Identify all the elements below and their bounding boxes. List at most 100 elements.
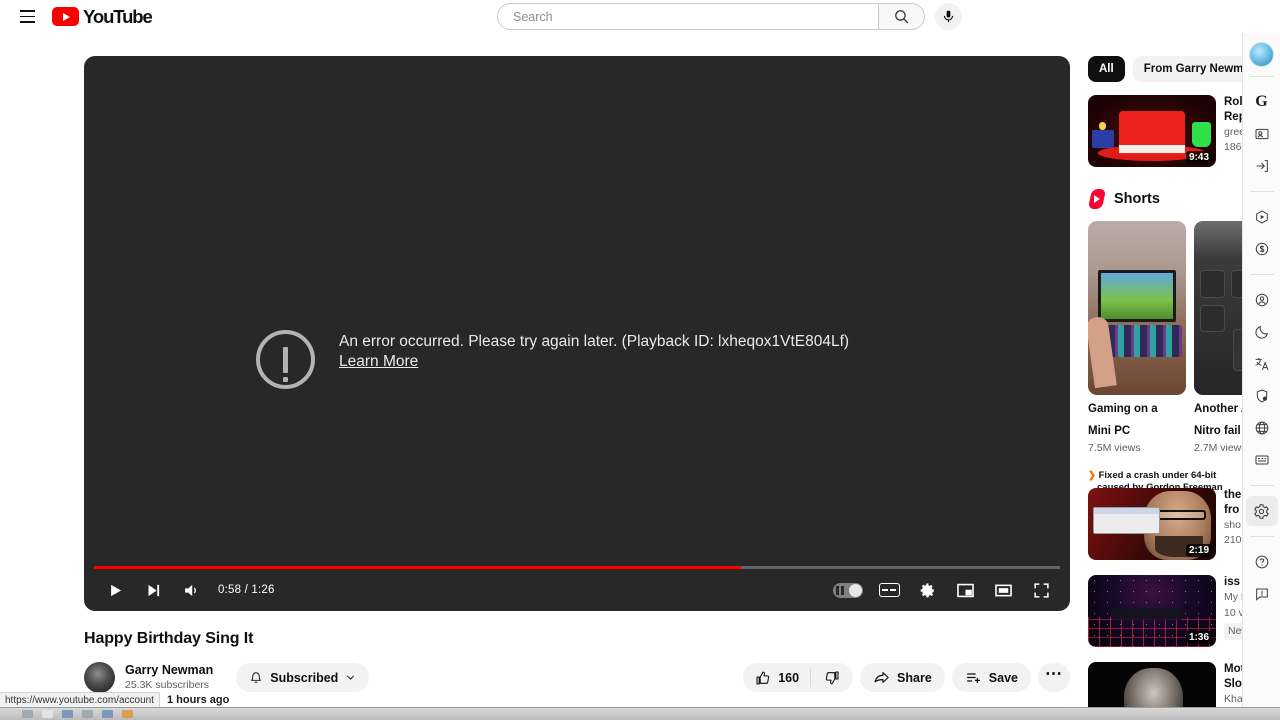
video-duration: 9:43	[1185, 151, 1212, 164]
taskbar-item[interactable]	[42, 710, 53, 718]
video-duration: 2:19	[1185, 544, 1212, 558]
play-icon	[110, 584, 121, 596]
thumbnail-art	[1088, 221, 1186, 395]
sidebar-divider	[1249, 485, 1274, 486]
taskbar-item[interactable]	[82, 710, 93, 718]
subscribed-label: Subscribed	[270, 670, 339, 685]
search-box[interactable]	[497, 3, 878, 30]
dark-mode-icon[interactable]	[1246, 317, 1278, 347]
globe-icon[interactable]	[1246, 413, 1278, 443]
learn-more-link[interactable]: Learn More	[339, 353, 418, 371]
more-actions-button[interactable]: ⋯	[1038, 663, 1070, 692]
save-button[interactable]: Save	[951, 663, 1031, 692]
theater-mode-button[interactable]	[984, 569, 1022, 611]
feedback-icon[interactable]	[1246, 579, 1278, 609]
short-title-line2: Mini PC	[1088, 425, 1131, 438]
player-error-message: An error occurred. Please try again late…	[339, 333, 850, 350]
play-button[interactable]	[96, 569, 134, 611]
masthead-center	[497, 3, 962, 30]
like-count: 160	[778, 670, 800, 685]
autoplay-toggle-icon	[833, 582, 863, 598]
miniplayer-button[interactable]	[946, 569, 984, 611]
taskbar-item[interactable]	[22, 710, 33, 718]
video-duration: 1:36	[1185, 631, 1212, 645]
youtube-logo[interactable]: YouTube	[52, 6, 153, 28]
taskbar-item[interactable]	[102, 710, 113, 718]
masthead: YouTube	[0, 0, 1280, 33]
browser-sidebar: G	[1242, 33, 1280, 720]
page-content: An error occurred. Please try again late…	[0, 33, 1280, 720]
voice-search-button[interactable]	[935, 3, 962, 30]
video-thumbnail[interactable]: 9:43	[1088, 95, 1216, 167]
account-shield-icon[interactable]	[1246, 285, 1278, 315]
share-button[interactable]: Share	[860, 663, 945, 692]
background-timestamp: 1 hours ago	[167, 693, 230, 706]
video-meta-row: Garry Newman 25.3K subscribers Subscribe…	[84, 662, 1070, 693]
volume-icon	[184, 584, 196, 596]
video-thumbnail[interactable]: 1:36	[1088, 575, 1216, 648]
fullscreen-button[interactable]	[1022, 569, 1060, 611]
vpn-shield-icon[interactable]	[1246, 381, 1278, 411]
gear-icon	[920, 582, 934, 597]
control-button-row: 0:58 / 1:26	[84, 569, 1070, 611]
like-button[interactable]: 160	[755, 670, 810, 686]
player-error: An error occurred. Please try again late…	[256, 328, 849, 389]
short-views: 7.5M views	[1088, 442, 1141, 455]
volume-button[interactable]	[172, 569, 210, 611]
contact-card-icon[interactable]	[1246, 119, 1278, 149]
share-icon	[874, 672, 889, 683]
chip-all[interactable]: All	[1088, 56, 1125, 82]
miniplayer-icon	[956, 583, 974, 597]
search-button[interactable]	[878, 3, 925, 30]
autoplay-button[interactable]	[826, 569, 870, 611]
sidebar-divider	[1249, 191, 1274, 192]
sidebar-divider	[1249, 536, 1274, 537]
video-metadata: the fro sho 210	[1224, 488, 1242, 560]
dislike-button[interactable]	[811, 663, 853, 692]
taskbar	[0, 707, 1280, 720]
caret-icon: ❯	[1088, 470, 1096, 482]
help-icon[interactable]	[1246, 547, 1278, 577]
hamburger-icon[interactable]	[14, 4, 40, 30]
taskbar-item[interactable]	[122, 710, 133, 718]
channel-avatar[interactable]	[84, 662, 115, 693]
channel-info: Garry Newman 25.3K subscribers	[125, 663, 213, 693]
sidebar-divider	[1249, 274, 1274, 275]
player-error-text-group: An error occurred. Please try again late…	[339, 328, 849, 371]
fullscreen-icon	[1033, 582, 1049, 598]
next-video-button[interactable]	[134, 569, 172, 611]
closed-captions-icon	[878, 583, 900, 597]
video-thumbnail[interactable]: 2:19	[1088, 488, 1216, 561]
annotation-line1: Fixed a crash under 64-bit	[1098, 470, 1217, 482]
media-player-icon[interactable]	[1246, 202, 1278, 232]
microphone-icon	[943, 10, 954, 23]
subscribed-button[interactable]: Subscribed	[236, 663, 370, 692]
profile-avatar[interactable]	[1249, 42, 1274, 67]
video-player[interactable]: An error occurred. Please try again late…	[84, 56, 1070, 611]
next-track-icon	[148, 584, 159, 596]
settings-button[interactable]	[908, 569, 946, 611]
taskbar-item[interactable]	[62, 710, 73, 718]
like-dislike-group: 160	[743, 663, 854, 692]
sign-in-icon[interactable]	[1246, 151, 1278, 181]
short-title-line1: Gaming on a	[1088, 403, 1158, 415]
channel-name[interactable]: Garry Newman	[125, 663, 213, 679]
wallet-icon[interactable]	[1246, 234, 1278, 264]
chevron-down-icon	[347, 675, 355, 680]
shorts-title: Shorts	[1114, 191, 1160, 207]
captions-button[interactable]	[870, 569, 908, 611]
short-item[interactable]: Gaming on a Mini PC 7.5M views	[1088, 221, 1186, 454]
short-thumbnail[interactable]	[1088, 221, 1186, 395]
video-views: 210	[1224, 534, 1242, 547]
thumbs-up-icon	[756, 671, 770, 685]
time-display: 0:58 / 1:26	[218, 584, 275, 596]
reader-mode-icon[interactable]	[1246, 445, 1278, 475]
exclamation-circle-icon	[256, 330, 315, 389]
primary-column: An error occurred. Please try again late…	[84, 56, 1070, 720]
video-title: Happy Birthday Sing It	[84, 630, 254, 647]
search-input[interactable]	[513, 9, 853, 24]
translate-icon[interactable]	[1246, 349, 1278, 379]
status-bar-url: https://www.youtube.com/account	[5, 694, 154, 706]
google-icon[interactable]: G	[1246, 87, 1278, 117]
settings-icon[interactable]	[1245, 496, 1278, 526]
